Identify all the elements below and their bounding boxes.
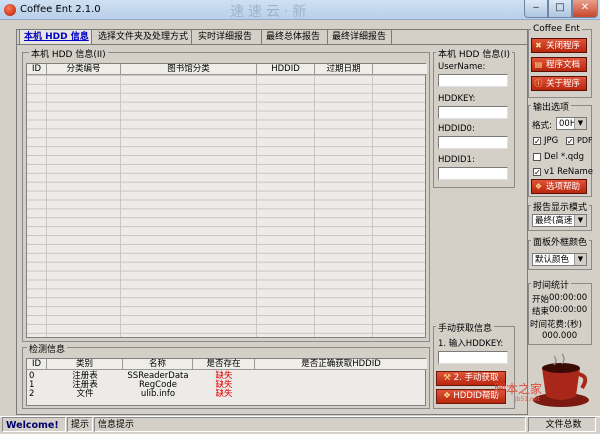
col-hddid[interactable]: HDDID [257, 64, 315, 75]
program-docs-button[interactable]: ▤ 程序文档 [531, 57, 587, 72]
format-select[interactable]: 00H ▼ [556, 117, 587, 130]
status-hint-text: 信息提示 [94, 417, 526, 432]
del-qdg-checkbox[interactable] [533, 153, 541, 161]
hddid1-label: HDDID1: [438, 155, 475, 165]
manual-fetch-title: 手动获取信息 [436, 321, 495, 334]
del-qdg-label: Del *.qdg [544, 152, 584, 162]
hdd-info-ii-title: 本机 HDD 信息(II) [29, 47, 108, 60]
header-watermark: 速速云·新 [230, 4, 311, 20]
panel-color-title: 面板外框颜色 [531, 235, 590, 248]
detect-info-title: 检测信息 [27, 342, 68, 355]
start-time-value: 00:00:00 [549, 293, 588, 303]
app-icon [4, 4, 16, 16]
hddkey-label: HDDKEY: [438, 94, 476, 104]
report-mode-select[interactable]: 最终(高速 ▼ [532, 214, 587, 227]
panel-color-select[interactable]: 默认颜色 ▼ [532, 253, 587, 266]
status-hint-label: 提示 [67, 417, 93, 432]
close-program-button[interactable]: ✖ 关闭程序 [531, 38, 587, 53]
manual-step-label: 1. 输入HDDKEY: [438, 339, 504, 349]
elapsed-label: 时间花费:(秒) [530, 320, 582, 330]
row-2-name: ulib.info [140, 389, 176, 399]
row-2-id: 2 [29, 389, 35, 399]
end-time-label: 结束 [532, 307, 550, 317]
row-2-type: 文件 [76, 389, 94, 399]
col-exists[interactable]: 是否存在 [193, 359, 255, 370]
detect-info-table[interactable]: ID 类别 名称 是否存在 是否正确获取HDDID 0 注册表 SSReader… [26, 358, 427, 406]
col-id[interactable]: ID [27, 359, 47, 370]
username-label: UserName: [438, 62, 486, 72]
hdd-info-i-title: 本机 HDD 信息(I) [436, 47, 513, 60]
wrench-icon: ⚒ [443, 373, 452, 383]
col-category-code[interactable]: 分类编号 [47, 64, 121, 75]
status-welcome: Welcome! [2, 417, 66, 432]
window-title: Coffee Ent 2.1.0 [20, 4, 101, 15]
tab-realtime-report[interactable]: 实时详细报告 [194, 30, 262, 44]
col-blank [373, 64, 427, 75]
minimize-icon[interactable]: ‒ [524, 0, 548, 18]
status-file-count-label: 文件总数 [528, 417, 596, 432]
chevron-down-icon: ▼ [574, 215, 586, 226]
tab-divider [16, 44, 528, 45]
col-hddid-correct[interactable]: 是否正确获取HDDID [255, 359, 427, 370]
output-options-title: 输出选项 [531, 100, 572, 113]
start-time-label: 开始 [532, 295, 550, 305]
pdf-label: PDF [577, 136, 593, 145]
hddid1-field[interactable] [438, 167, 508, 180]
hddid0-field[interactable] [438, 136, 508, 149]
v1-rename-checkbox[interactable]: ✓ [533, 168, 541, 177]
row-2-exists: 缺失 [215, 389, 233, 399]
col-name[interactable]: 名称 [123, 359, 193, 370]
col-expire-date[interactable]: 过期日期 [315, 64, 373, 75]
elapsed-value: 000.000 [542, 331, 578, 341]
v1-rename-label: v1 ReName [544, 167, 593, 177]
pdf-checkbox[interactable]: ✓ [566, 137, 574, 146]
manual-hddkey-input[interactable] [438, 351, 508, 364]
tab-summary-report[interactable]: 最终总体报告 [262, 30, 328, 44]
help-icon: ❖ [443, 391, 451, 401]
report-mode-title: 报告显示模式 [531, 200, 590, 213]
end-time-value: 00:00:00 [549, 305, 588, 315]
username-field[interactable] [438, 74, 508, 87]
format-label: 格式: [532, 121, 552, 131]
coffee-ent-title: Coffee Ent [531, 24, 582, 34]
tab-local-hdd[interactable]: 本机 HDD 信息 [19, 29, 92, 44]
col-type[interactable]: 类别 [47, 359, 123, 370]
col-library-category[interactable]: 图书馆分类 [121, 64, 257, 75]
jpg-label: JPG [544, 136, 559, 146]
document-icon: ▤ [534, 60, 543, 69]
tab-folder-select[interactable]: 选择文件夹及处理方式 [94, 30, 192, 44]
watermark-logo-text: 脚本之家 [494, 382, 543, 396]
options-help-button[interactable]: ❖ 选项帮助 [531, 179, 587, 194]
time-stats-title: 时间统计 [531, 278, 572, 291]
chevron-down-icon: ▼ [574, 118, 586, 129]
close-icon[interactable]: ✕ [572, 0, 598, 18]
about-program-button[interactable]: ⓘ 关于程序 [531, 76, 587, 91]
info-icon: ⓘ [534, 79, 543, 88]
jpg-checkbox[interactable]: ✓ [533, 137, 541, 146]
chevron-down-icon: ▼ [574, 254, 586, 265]
maximize-icon[interactable]: □ [548, 0, 572, 18]
help-icon: ❖ [534, 182, 543, 191]
hddkey-field[interactable] [438, 106, 508, 119]
tab-detail-report[interactable]: 最终详细报告 [328, 30, 392, 44]
hddid0-label: HDDID0: [438, 124, 475, 134]
exit-icon: ✖ [535, 41, 542, 50]
watermark-logo-subtext: jb51.net [515, 396, 540, 403]
hdd-info-table[interactable]: ID 分类编号 图书馆分类 HDDID 过期日期 [26, 63, 427, 338]
col-id[interactable]: ID [27, 64, 47, 75]
